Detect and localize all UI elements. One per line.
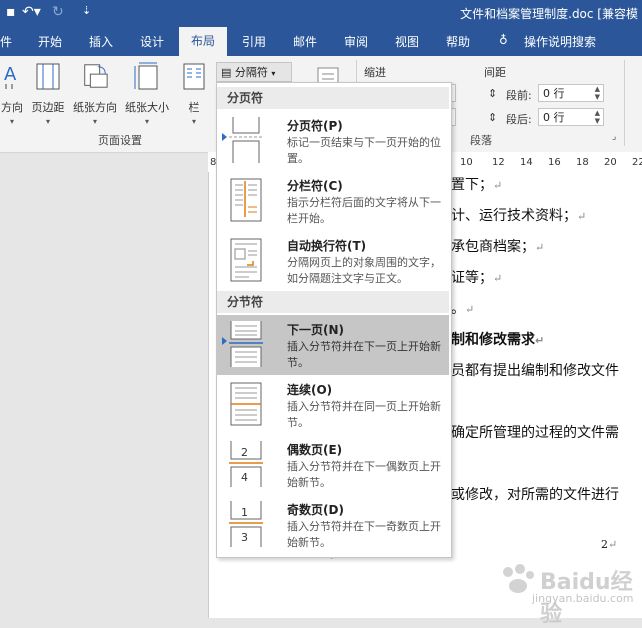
svg-text:4: 4 (241, 471, 248, 484)
text-wrapping-break-icon (230, 238, 262, 282)
text-direction-button[interactable]: A 方向 ▾ (0, 62, 24, 126)
spacing-after-label: 段后: (506, 113, 532, 126)
page-setup-group-label: 页面设置 (98, 134, 142, 147)
doc-line: 或修改，对所需的文件进行 (451, 487, 619, 503)
svg-text:2: 2 (241, 446, 248, 459)
tab-mailings[interactable]: 邮件 (293, 33, 317, 50)
indent-label: 缩进 (364, 66, 386, 79)
paper-size-icon (134, 62, 158, 90)
margins-button[interactable]: 页边距 ▾ (28, 62, 68, 126)
svg-text:A: A (4, 64, 17, 85)
menu-item-even-page[interactable]: 2 4 偶数页(E) 插入分节符并在下一偶数页上开始新节。 (217, 435, 449, 495)
chevron-down-icon: ▾ (271, 69, 276, 78)
doc-line: 员都有提出编制和修改文件 (451, 363, 619, 379)
paw-icon (503, 564, 534, 593)
paragraph-dialog-launcher-icon[interactable]: ⌟ (612, 132, 616, 142)
menu-item-text-wrapping-break[interactable]: 自动换行符(T) 分隔网页上的对象周围的文字，如分隔题注文字与正文。 (217, 231, 449, 291)
odd-page-break-icon: 1 3 (229, 501, 263, 547)
section-breaks-header: 分节符 (217, 291, 449, 313)
spacing-after-icon: ⇕ (488, 111, 498, 124)
menu-item-continuous[interactable]: 连续(O) 插入分节符并在同一页上开始新节。 (217, 375, 449, 435)
spacing-before-icon: ⇕ (488, 87, 498, 100)
baidu-watermark-logo: Baidu经验 jingyan.baidu.com (490, 558, 640, 627)
margins-icon (36, 63, 60, 90)
menu-item-page-break[interactable]: 分页符(P) 标记一页结束与下一页开始的位置。 (217, 111, 449, 171)
tab-review[interactable]: 审阅 (344, 33, 368, 50)
size-button[interactable]: 纸张大小 ▾ (122, 62, 172, 126)
breaks-icon: ▤ (221, 66, 232, 79)
continuous-break-icon (230, 382, 262, 426)
doc-line: 证等；↵ (451, 270, 503, 286)
doc-heading: 制和修改需求↵ (451, 332, 545, 348)
page-breaks-header: 分页符 (217, 87, 449, 109)
doc-line: 计、运行技术资料；↵ (451, 208, 587, 224)
tab-file[interactable]: 件 (0, 33, 12, 50)
customize-quick-access-icon[interactable]: ⇣ (82, 4, 91, 17)
page-number: 2↵ (601, 538, 618, 551)
spacing-before-input[interactable]: 0 行 ▲ ▼ (538, 84, 604, 102)
doc-line: 。↵ (451, 301, 475, 317)
tab-layout[interactable]: 布局 (179, 27, 228, 56)
doc-line: 置下；↵ (451, 177, 503, 193)
tab-help[interactable]: 帮助 (446, 33, 470, 50)
columns-button[interactable]: 栏 ▾ (180, 62, 208, 126)
menu-item-odd-page[interactable]: 1 3 奇数页(D) 插入分节符并在下一奇数页上开始新节。 (217, 495, 449, 555)
svg-text:1: 1 (241, 506, 248, 519)
paragraph-group-label: 段落 (470, 134, 492, 147)
doc-line: 承包商档案；↵ (451, 239, 545, 255)
text-direction-icon: A (4, 64, 17, 89)
svg-text:3: 3 (241, 531, 248, 544)
spacing-label: 间距 (484, 66, 506, 79)
title-bar: ▪ ↶▾ ↻ ⇣ 文件和档案管理制度.doc [兼容模 (0, 0, 642, 27)
doc-line: 确定所管理的过程的文件需 (451, 425, 619, 441)
save-icon[interactable]: ▪ (6, 4, 16, 20)
spacing-after-input[interactable]: 0 行 ▲ ▼ (538, 108, 604, 126)
redo-icon[interactable]: ↻ (52, 4, 64, 20)
breaks-button[interactable]: ▤ 分隔符 ▾ (216, 62, 292, 82)
tab-design[interactable]: 设计 (140, 33, 164, 50)
columns-icon (183, 63, 205, 90)
even-page-break-icon: 2 4 (229, 441, 263, 487)
tab-view[interactable]: 视图 (395, 33, 419, 50)
spacing-before-label: 段前: (506, 89, 532, 102)
breaks-dropdown-menu: 分页符 分页符(P) 标记一页结束与下一页开始的位置。 分栏符(C) 指示分栏符… (216, 82, 452, 558)
next-page-break-icon (229, 321, 263, 367)
tab-references[interactable]: 引用 (242, 33, 266, 50)
lightbulb-icon[interactable]: ♁ (499, 33, 508, 47)
orientation-icon (84, 64, 108, 88)
column-break-icon (230, 178, 262, 222)
page-break-icon (229, 117, 263, 163)
undo-icon[interactable]: ↶▾ (22, 4, 41, 20)
menu-item-next-page[interactable]: 下一页(N) 插入分节符并在下一页上开始新节。 (217, 315, 449, 375)
tab-home[interactable]: 开始 (38, 33, 62, 50)
ribbon-tabs: 件 开始 插入 设计 布局 引用 邮件 审阅 视图 帮助 ♁ 操作说明搜索 (0, 27, 642, 56)
tell-me-search[interactable]: 操作说明搜索 (524, 33, 596, 50)
document-title: 文件和档案管理制度.doc [兼容模 (460, 7, 638, 21)
tab-insert[interactable]: 插入 (89, 33, 113, 50)
menu-item-column-break[interactable]: 分栏符(C) 指示分栏符后面的文字将从下一栏开始。 (217, 171, 449, 231)
orientation-button[interactable]: 纸张方向 ▾ (70, 62, 120, 126)
